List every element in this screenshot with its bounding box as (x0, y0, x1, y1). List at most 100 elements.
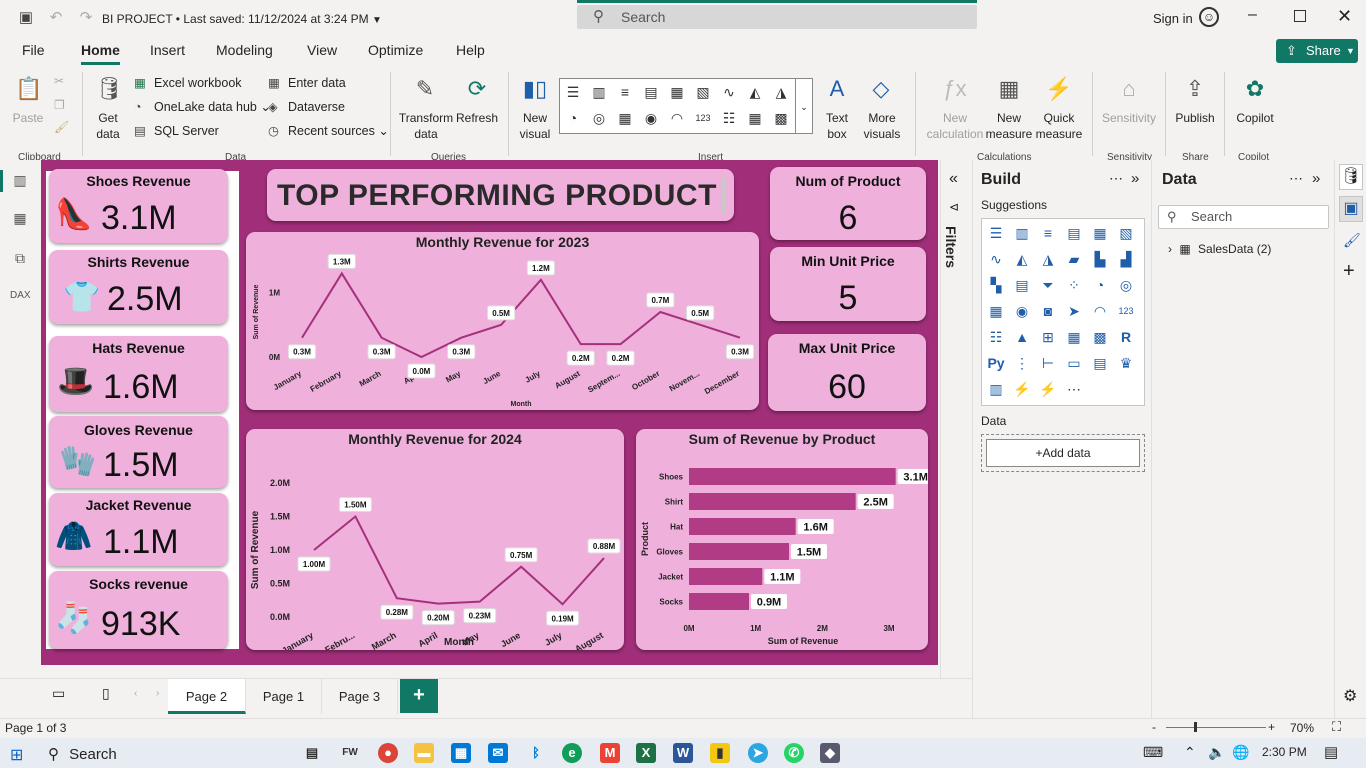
filters-pane-collapsed[interactable]: « ⊲ Filters (940, 160, 972, 678)
azure-map-icon[interactable]: ➤ (1064, 301, 1084, 321)
gloves-revenue-card[interactable]: Gloves Revenue 🧤 1.5M (49, 416, 228, 488)
report-view-icon[interactable]: ▥ (10, 172, 30, 192)
dax-view-icon[interactable]: DAX (10, 290, 31, 310)
model-view-icon[interactable]: ⧉ (10, 250, 30, 270)
excel-workbook-button[interactable]: ▦ Excel workbook (134, 75, 242, 90)
filters-label[interactable]: Filters (943, 226, 959, 268)
edge-icon[interactable]: e (562, 743, 582, 763)
excel-icon[interactable]: X (636, 743, 656, 763)
jacket-revenue-card[interactable]: Jacket Revenue 🧥 1.1M (49, 493, 228, 566)
card-icon[interactable]: 123 (1116, 301, 1136, 321)
prev-page-icon[interactable]: ‹ (134, 688, 137, 699)
expand-icon[interactable]: « (949, 170, 958, 188)
minimize-icon[interactable]: – (1248, 6, 1257, 24)
new-visual-button[interactable]: New visual (514, 110, 556, 142)
column-chart-icon[interactable]: ▥ (1012, 223, 1032, 243)
copilot-button[interactable]: Copilot (1230, 110, 1280, 126)
table-item[interactable]: › ▦ SalesData (2) (1168, 242, 1271, 256)
add-page-button[interactable]: + (400, 679, 438, 713)
line-chart-icon[interactable]: ∿ (986, 249, 1006, 269)
menu-view[interactable]: View (307, 42, 337, 58)
table-view-icon[interactable]: ▦ (10, 210, 30, 230)
paginated-report-icon[interactable]: ▥ (986, 379, 1006, 399)
smart-narrative-icon[interactable]: ▤ (1090, 353, 1110, 373)
area-chart-icon[interactable]: ◭ (1012, 249, 1032, 269)
quick-measure-button[interactable]: Quick measure (1034, 110, 1084, 142)
kpi-icon[interactable]: ▲ (1012, 327, 1032, 347)
tab-page-2[interactable]: Page 2 (168, 679, 246, 714)
mobile-layout-icon[interactable]: ▯ (102, 685, 110, 702)
qa-icon[interactable]: ▭ (1064, 353, 1084, 373)
onelake-button[interactable]: ◔ OneLake data hub ⌄ (134, 99, 271, 114)
menu-file[interactable]: File (22, 42, 45, 58)
add-data-button[interactable]: +Add data (986, 439, 1140, 467)
matrix-icon[interactable]: ▩ (1090, 327, 1110, 347)
next-page-icon[interactable]: › (156, 688, 159, 699)
more-options-icon[interactable]: ⋯ (1289, 170, 1303, 187)
file-explorer-icon[interactable]: ▬ (414, 743, 434, 763)
sql-server-button[interactable]: ▤ SQL Server (134, 123, 219, 138)
paste-button[interactable]: Paste (10, 110, 46, 126)
visual-gallery[interactable]: ☰ ▥ ≡ ▤ ▦ ▧ ∿ ◭ ◮ ◔ ◎ ▦ ◉ ◠ 123 ☷ ▦ ▩ (559, 78, 812, 134)
redo-icon[interactable]: ↷ (76, 8, 96, 28)
report-title-card[interactable]: TOP PERFORMING PRODUCT (267, 169, 734, 221)
taskbar-search[interactable]: ⚲ Search (48, 745, 117, 763)
tab-page-1[interactable]: Page 1 (246, 679, 322, 714)
num-of-product-card[interactable]: Num of Product 6 (770, 167, 926, 240)
text-box-button[interactable]: Text box (818, 110, 856, 142)
stacked-bar-icon[interactable]: ☰ (564, 83, 582, 101)
funnel-chart-icon[interactable]: ⏷ (1038, 275, 1058, 295)
max-unit-price-card[interactable]: Max Unit Price 60 (768, 334, 926, 411)
more-visuals-button[interactable]: More visuals (856, 110, 908, 142)
hats-revenue-card[interactable]: Hats Revenue 🎩 1.6M (49, 336, 228, 412)
transform-data-button[interactable]: Transform data (398, 110, 454, 142)
close-icon[interactable]: ✕ (1337, 6, 1352, 27)
decomposition-tree-icon[interactable]: ⊢ (1038, 353, 1058, 373)
100-bar-icon[interactable]: ▦ (668, 83, 686, 101)
menu-help[interactable]: Help (456, 42, 485, 58)
zoom-in-icon[interactable]: + (1268, 720, 1275, 734)
min-unit-price-card[interactable]: Min Unit Price 5 (770, 247, 926, 321)
copy-icon[interactable]: ❐ (54, 98, 65, 112)
100-bar-icon[interactable]: ▦ (1090, 223, 1110, 243)
task-view-icon[interactable]: ▤ (302, 743, 322, 763)
treemap-icon[interactable]: ▦ (986, 301, 1006, 321)
save-icon[interactable]: ▣ (16, 8, 36, 28)
line-stacked-icon[interactable]: ▟ (1116, 249, 1136, 269)
donut-chart-icon[interactable]: ◎ (1116, 275, 1136, 295)
treemap-icon[interactable]: ▦ (616, 109, 634, 127)
collapse-icon[interactable]: » (1312, 170, 1320, 187)
scatter-icon[interactable]: ⁘ (1064, 275, 1084, 295)
filled-map-icon[interactable]: ◙ (1038, 301, 1058, 321)
table-visual-icon[interactable]: ▦ (1064, 327, 1084, 347)
power-bi-icon[interactable]: ▮ (710, 743, 730, 763)
build-pane-icon[interactable]: ▣ (1339, 196, 1363, 222)
publish-button[interactable]: Publish (1170, 110, 1220, 126)
clustered-bar-icon[interactable]: ≡ (616, 83, 634, 101)
collapse-icon[interactable]: » (1131, 170, 1139, 187)
globe-icon[interactable]: 🌐 (1232, 744, 1249, 761)
search-input[interactable]: ⚲ Search (577, 5, 977, 29)
clustered-column-icon[interactable]: ▤ (1064, 223, 1084, 243)
100-column-icon[interactable]: ▧ (1116, 223, 1136, 243)
new-calculation-button[interactable]: New calculation (924, 110, 986, 142)
waterfall-icon[interactable]: ▚ (986, 275, 1006, 295)
multi-row-card-icon[interactable]: ☷ (720, 109, 738, 127)
socks-revenue-card[interactable]: Socks revenue 🧦 913K (49, 571, 228, 649)
power-automate-icon[interactable]: ⚡ (1038, 379, 1058, 399)
fw-app-icon[interactable]: FW (340, 743, 360, 763)
clustered-bar-icon[interactable]: ≡ (1038, 223, 1058, 243)
telegram-icon[interactable]: ➤ (748, 743, 768, 763)
card-icon[interactable]: 123 (694, 109, 712, 127)
whatsapp-icon[interactable]: ✆ (784, 743, 804, 763)
map-icon[interactable]: ◉ (642, 109, 660, 127)
sign-in-button[interactable]: Sign in (1153, 11, 1193, 26)
menu-optimize[interactable]: Optimize (368, 42, 423, 58)
account-icon[interactable]: ☺ (1199, 7, 1219, 27)
add-pane-icon[interactable]: + (1343, 260, 1355, 283)
100-column-icon[interactable]: ▧ (694, 83, 712, 101)
funnel-icon[interactable]: ▤ (1012, 275, 1032, 295)
revenue-by-product-chart[interactable]: Sum of Revenue by Product Shoes 3.1M Shirt… (636, 429, 928, 650)
notifications-icon[interactable]: ▤ (1324, 743, 1338, 761)
metrics-icon[interactable]: ⚡ (1012, 379, 1032, 399)
